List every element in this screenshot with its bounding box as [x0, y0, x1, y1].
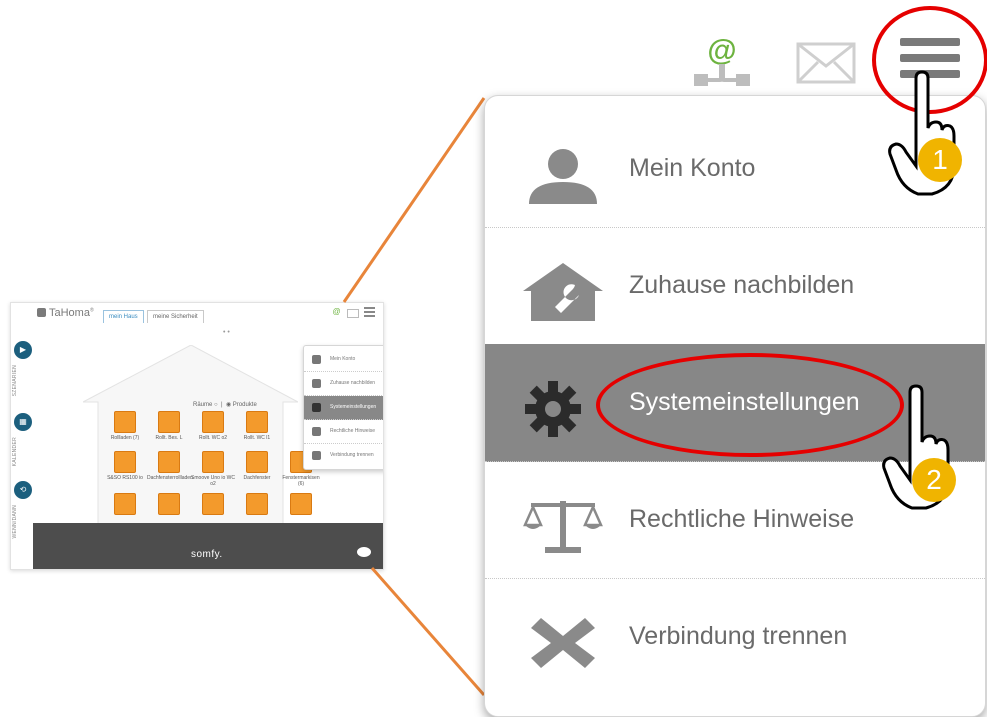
gear-icon	[525, 381, 581, 437]
scales-icon	[523, 501, 603, 553]
zoomed-menu-view: @ Mein Konto Zuhause nachbilden Systemei…	[484, 0, 987, 717]
menu-item-label: Zuhause nachbilden	[629, 271, 855, 299]
menu-item-zuhause-nachbilden[interactable]: Zuhause nachbilden	[485, 227, 985, 345]
svg-text:@: @	[707, 34, 736, 67]
envelope-icon[interactable]	[796, 42, 856, 84]
close-x-icon	[531, 618, 595, 668]
step-badge-2: 2	[912, 458, 956, 502]
menu-item-label: Mein Konto	[629, 154, 756, 182]
highlight-ellipse-systemeinstellungen	[596, 353, 904, 457]
at-sign-icon[interactable]: @	[692, 34, 752, 90]
menu-item-verbindung-trennen[interactable]: Verbindung trennen	[485, 578, 985, 695]
menu-item-label: Rechtliche Hinweise	[629, 505, 855, 533]
house-wrench-icon	[523, 263, 603, 321]
user-icon	[529, 149, 597, 204]
step-badge-1: 1	[918, 138, 962, 182]
menu-item-label: Verbindung trennen	[629, 622, 848, 650]
